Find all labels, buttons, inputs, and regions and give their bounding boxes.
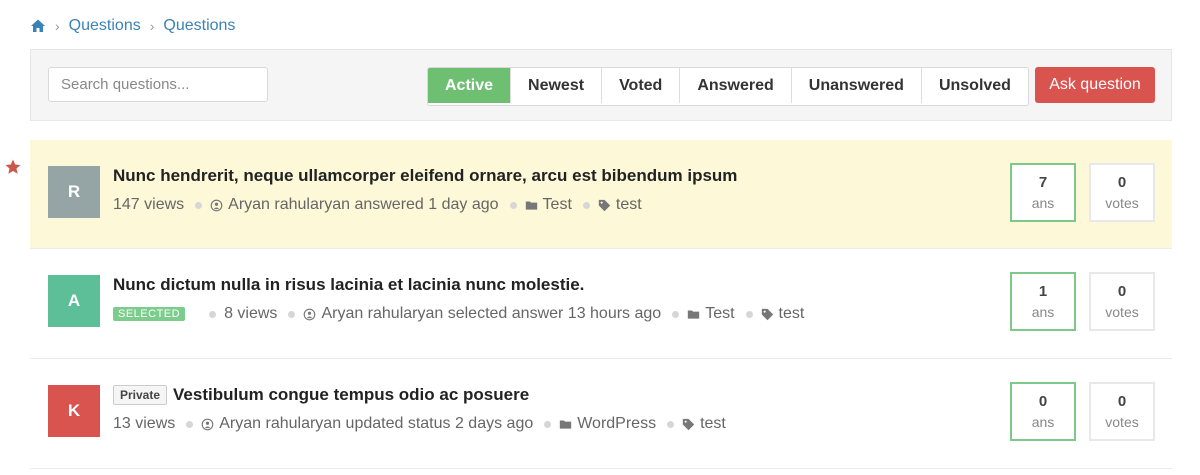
question-title[interactable]: Nunc hendrerit, neque ullamcorper eleife… bbox=[113, 166, 737, 186]
separator-dot bbox=[672, 310, 680, 318]
vote-count: 0 bbox=[1117, 174, 1127, 191]
vote-count-label: votes bbox=[1105, 195, 1139, 211]
category-link[interactable]: Test bbox=[543, 196, 572, 214]
separator-dot bbox=[667, 420, 675, 428]
folder-icon bbox=[559, 418, 572, 431]
avatar[interactable]: R bbox=[48, 166, 100, 218]
view-count: 147 views bbox=[113, 196, 185, 213]
tab-active[interactable]: Active bbox=[428, 68, 511, 103]
breadcrumb: › Questions › Questions bbox=[30, 16, 235, 36]
home-icon[interactable] bbox=[30, 18, 46, 34]
view-count: 13 views bbox=[113, 415, 176, 432]
tag-icon bbox=[598, 199, 611, 212]
tab-unanswered[interactable]: Unanswered bbox=[790, 68, 921, 103]
question-meta: 13 views Aryan rahularyan updated status… bbox=[113, 415, 726, 433]
tab-answered[interactable]: Answered bbox=[679, 68, 791, 103]
vote-count-box: 0 votes bbox=[1089, 272, 1155, 331]
answer-count-box: 1 ans bbox=[1010, 272, 1076, 331]
separator-dot bbox=[745, 310, 753, 318]
answer-count: 0 bbox=[1038, 393, 1048, 410]
folder-icon bbox=[687, 308, 700, 321]
separator-dot bbox=[209, 310, 217, 318]
answer-count: 1 bbox=[1038, 283, 1048, 300]
tag-link[interactable]: test bbox=[700, 415, 726, 433]
tab-newest[interactable]: Newest bbox=[510, 68, 602, 103]
question-item: R Nunc hendrerit, neque ullamcorper elei… bbox=[5, 140, 1172, 249]
tab-unsolved[interactable]: Unsolved bbox=[920, 68, 1028, 103]
vote-count-box: 0 votes bbox=[1089, 163, 1155, 222]
answer-count-label: ans bbox=[1031, 414, 1055, 430]
answer-count-label: ans bbox=[1031, 304, 1055, 320]
vote-count: 0 bbox=[1117, 283, 1127, 300]
avatar[interactable]: K bbox=[48, 385, 100, 437]
tab-voted[interactable]: Voted bbox=[601, 68, 680, 103]
separator-dot bbox=[582, 201, 590, 209]
question-list: R Nunc hendrerit, neque ullamcorper elei… bbox=[5, 140, 1172, 469]
vote-count: 0 bbox=[1117, 393, 1127, 410]
vote-count-label: votes bbox=[1105, 414, 1139, 430]
question-toolbar: Active Newest Voted Answered Unanswered … bbox=[30, 49, 1172, 121]
vote-count-box: 0 votes bbox=[1089, 382, 1155, 441]
ask-question-button[interactable]: Ask question bbox=[1035, 67, 1155, 103]
category-link[interactable]: WordPress bbox=[577, 415, 656, 433]
selected-badge: SELECTED bbox=[113, 307, 186, 321]
tag-icon bbox=[682, 418, 695, 431]
activity-text[interactable]: Aryan rahularyan answered 1 day ago bbox=[228, 196, 498, 214]
question-title[interactable]: Nunc dictum nulla in risus lacinia et la… bbox=[113, 275, 584, 295]
answer-count-label: ans bbox=[1031, 195, 1055, 211]
separator-dot bbox=[509, 201, 517, 209]
question-title-row: Nunc dictum nulla in risus lacinia et la… bbox=[113, 275, 584, 295]
question-meta: 147 views Aryan rahularyan answered 1 da… bbox=[113, 196, 642, 214]
folder-icon bbox=[525, 199, 538, 212]
chevron-right-icon: › bbox=[149, 18, 155, 34]
answer-count-box: 7 ans bbox=[1010, 163, 1076, 222]
question-title-row: Nunc hendrerit, neque ullamcorper eleife… bbox=[113, 166, 737, 186]
activity-text[interactable]: Aryan rahularyan selected answer 13 hour… bbox=[321, 305, 661, 323]
separator-dot bbox=[195, 201, 203, 209]
separator-dot bbox=[544, 420, 552, 428]
tag-link[interactable]: test bbox=[616, 196, 642, 214]
question-item: A Nunc dictum nulla in risus lacinia et … bbox=[30, 249, 1172, 359]
star-icon bbox=[4, 158, 22, 176]
separator-dot bbox=[288, 310, 296, 318]
answer-count: 7 bbox=[1038, 174, 1048, 191]
vote-count-label: votes bbox=[1105, 304, 1139, 320]
answer-count-box: 0 ans bbox=[1010, 382, 1076, 441]
category-link[interactable]: Test bbox=[705, 305, 734, 323]
question-title[interactable]: Vestibulum congue tempus odio ac posuere bbox=[173, 385, 529, 405]
question-item: K Private Vestibulum congue tempus odio … bbox=[30, 359, 1172, 469]
user-icon bbox=[201, 418, 214, 431]
user-icon bbox=[210, 199, 223, 212]
private-badge: Private bbox=[113, 385, 168, 405]
question-title-row: Private Vestibulum congue tempus odio ac… bbox=[113, 385, 529, 405]
tag-link[interactable]: test bbox=[779, 305, 805, 323]
avatar[interactable]: A bbox=[48, 275, 100, 327]
chevron-right-icon: › bbox=[55, 18, 60, 34]
view-count: 8 views bbox=[224, 305, 278, 322]
user-icon bbox=[303, 308, 316, 321]
question-meta: SELECTED 8 views Aryan rahularyan select… bbox=[113, 305, 804, 323]
search-input[interactable] bbox=[48, 67, 268, 102]
breadcrumb-link-current[interactable]: Questions bbox=[163, 17, 235, 35]
filter-tabs: Active Newest Voted Answered Unanswered … bbox=[427, 67, 1029, 106]
activity-text[interactable]: Aryan rahularyan updated status 2 days a… bbox=[219, 415, 533, 433]
tag-icon bbox=[761, 308, 774, 321]
breadcrumb-link-questions[interactable]: Questions bbox=[69, 17, 141, 35]
separator-dot bbox=[186, 420, 194, 428]
